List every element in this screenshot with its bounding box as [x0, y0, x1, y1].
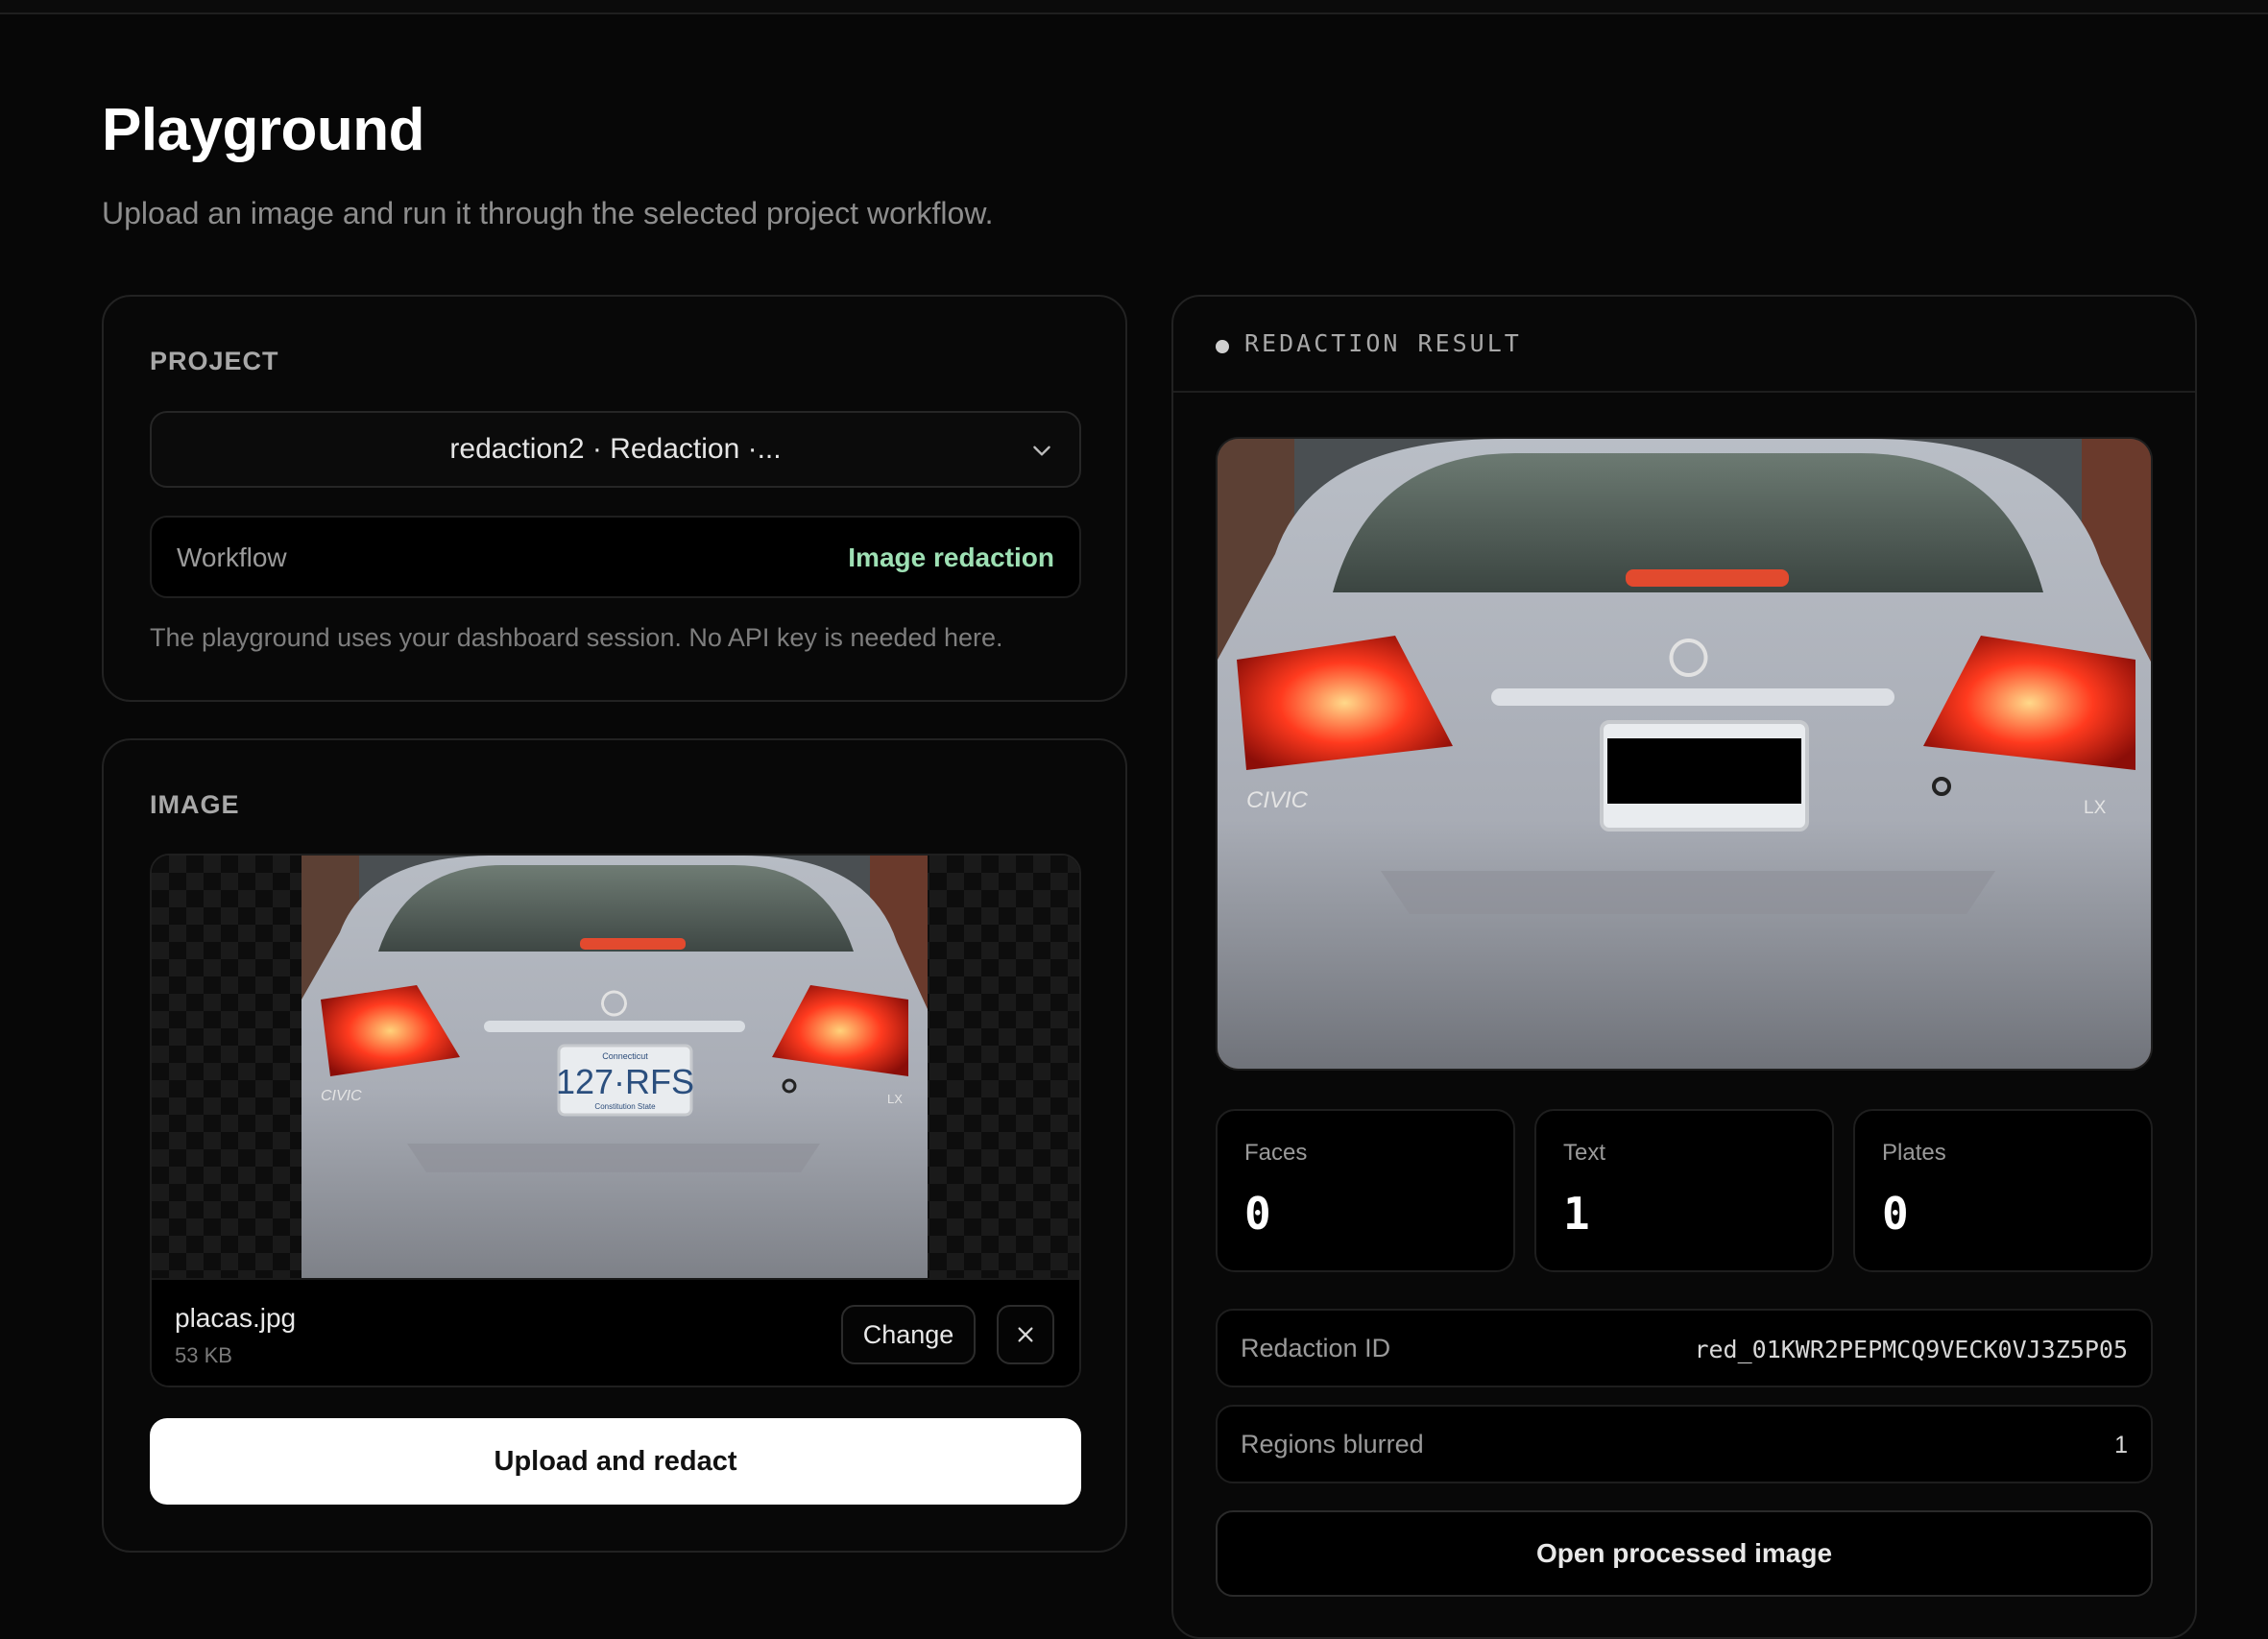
page-subtitle: Upload an image and run it through the s…: [102, 196, 994, 230]
change-image-button[interactable]: Change: [841, 1305, 976, 1364]
redaction-box: [1607, 738, 1801, 804]
stat-plates-label: Plates: [1882, 1140, 1946, 1166]
redaction-id-row: Redaction ID red_01KWR2PEPMCQ9VECK0VJ3Z5…: [1216, 1309, 2153, 1387]
stat-plates: Plates 0: [1853, 1109, 2153, 1272]
result-header: REDACTION RESULT: [1173, 297, 2195, 393]
stat-text-value: 1: [1563, 1188, 1590, 1240]
upload-and-redact-button[interactable]: Upload and redact: [150, 1418, 1081, 1505]
top-bar: [0, 0, 2268, 14]
file-size: 53 KB: [175, 1343, 232, 1367]
stat-text-label: Text: [1563, 1140, 1606, 1166]
project-card: PROJECT redaction2 · Redaction ·... Work…: [102, 295, 1127, 702]
plate-state: Connecticut: [602, 1051, 648, 1061]
workflow-row: Workflow Image redaction: [150, 516, 1081, 598]
stat-plates-value: 0: [1882, 1188, 1909, 1240]
result-card: REDACTION RESULT CIVIC LX Faces 0 Text 1…: [1171, 295, 2197, 1639]
regions-blurred-row: Regions blurred 1: [1216, 1405, 2153, 1483]
uploaded-image-preview: Connecticut 127·RFS Constitution State C…: [302, 856, 928, 1278]
file-name: placas.jpg: [175, 1303, 297, 1333]
redaction-id-label: Redaction ID: [1241, 1334, 1391, 1362]
stat-faces-label: Faces: [1244, 1140, 1308, 1166]
project-select[interactable]: redaction2 · Redaction ·...: [150, 411, 1081, 488]
chevron-down-icon: [1033, 446, 1050, 456]
remove-image-button[interactable]: [997, 1305, 1054, 1364]
image-card: IMAGE Connecticut 127·RFS Constitution S…: [102, 738, 1127, 1553]
car-trim-badge: LX: [887, 1092, 903, 1106]
processed-image: CIVIC LX: [1216, 437, 2153, 1071]
status-dot-icon: [1216, 340, 1229, 353]
image-section-label: IMAGE: [150, 790, 240, 819]
regions-blurred-label: Regions blurred: [1241, 1430, 1424, 1458]
image-dropzone[interactable]: Connecticut 127·RFS Constitution State C…: [150, 854, 1081, 1387]
stat-faces-value: 0: [1244, 1188, 1271, 1240]
processed-car-model-badge: CIVIC: [1246, 787, 1309, 813]
page-title: Playground: [102, 97, 425, 163]
project-section-label: PROJECT: [150, 347, 279, 375]
workflow-value: Image redaction: [848, 542, 1054, 572]
close-icon: [1018, 1327, 1033, 1342]
file-info-bar: placas.jpg 53 KB Change: [152, 1278, 1079, 1386]
processed-car-trim-badge: LX: [2084, 798, 2107, 818]
car-model-badge: CIVIC: [321, 1088, 362, 1104]
plate-number: 127·RFS: [556, 1062, 694, 1101]
plate-motto: Constitution State: [594, 1102, 656, 1111]
project-select-value: redaction2 · Redaction ·...: [449, 433, 782, 465]
redaction-id-value: red_01KWR2PEPMCQ9VECK0VJ3Z5P05: [1694, 1336, 2128, 1363]
open-processed-image-button[interactable]: Open processed image: [1216, 1510, 2153, 1597]
regions-blurred-value: 1: [2114, 1432, 2128, 1458]
session-note: The playground uses your dashboard sessi…: [150, 623, 1003, 652]
processed-image-content: CIVIC LX: [1218, 439, 2151, 1069]
workflow-label: Workflow: [177, 542, 287, 572]
result-title: REDACTION RESULT: [1244, 329, 1522, 357]
stat-text: Text 1: [1534, 1109, 1834, 1272]
stat-faces: Faces 0: [1216, 1109, 1515, 1272]
